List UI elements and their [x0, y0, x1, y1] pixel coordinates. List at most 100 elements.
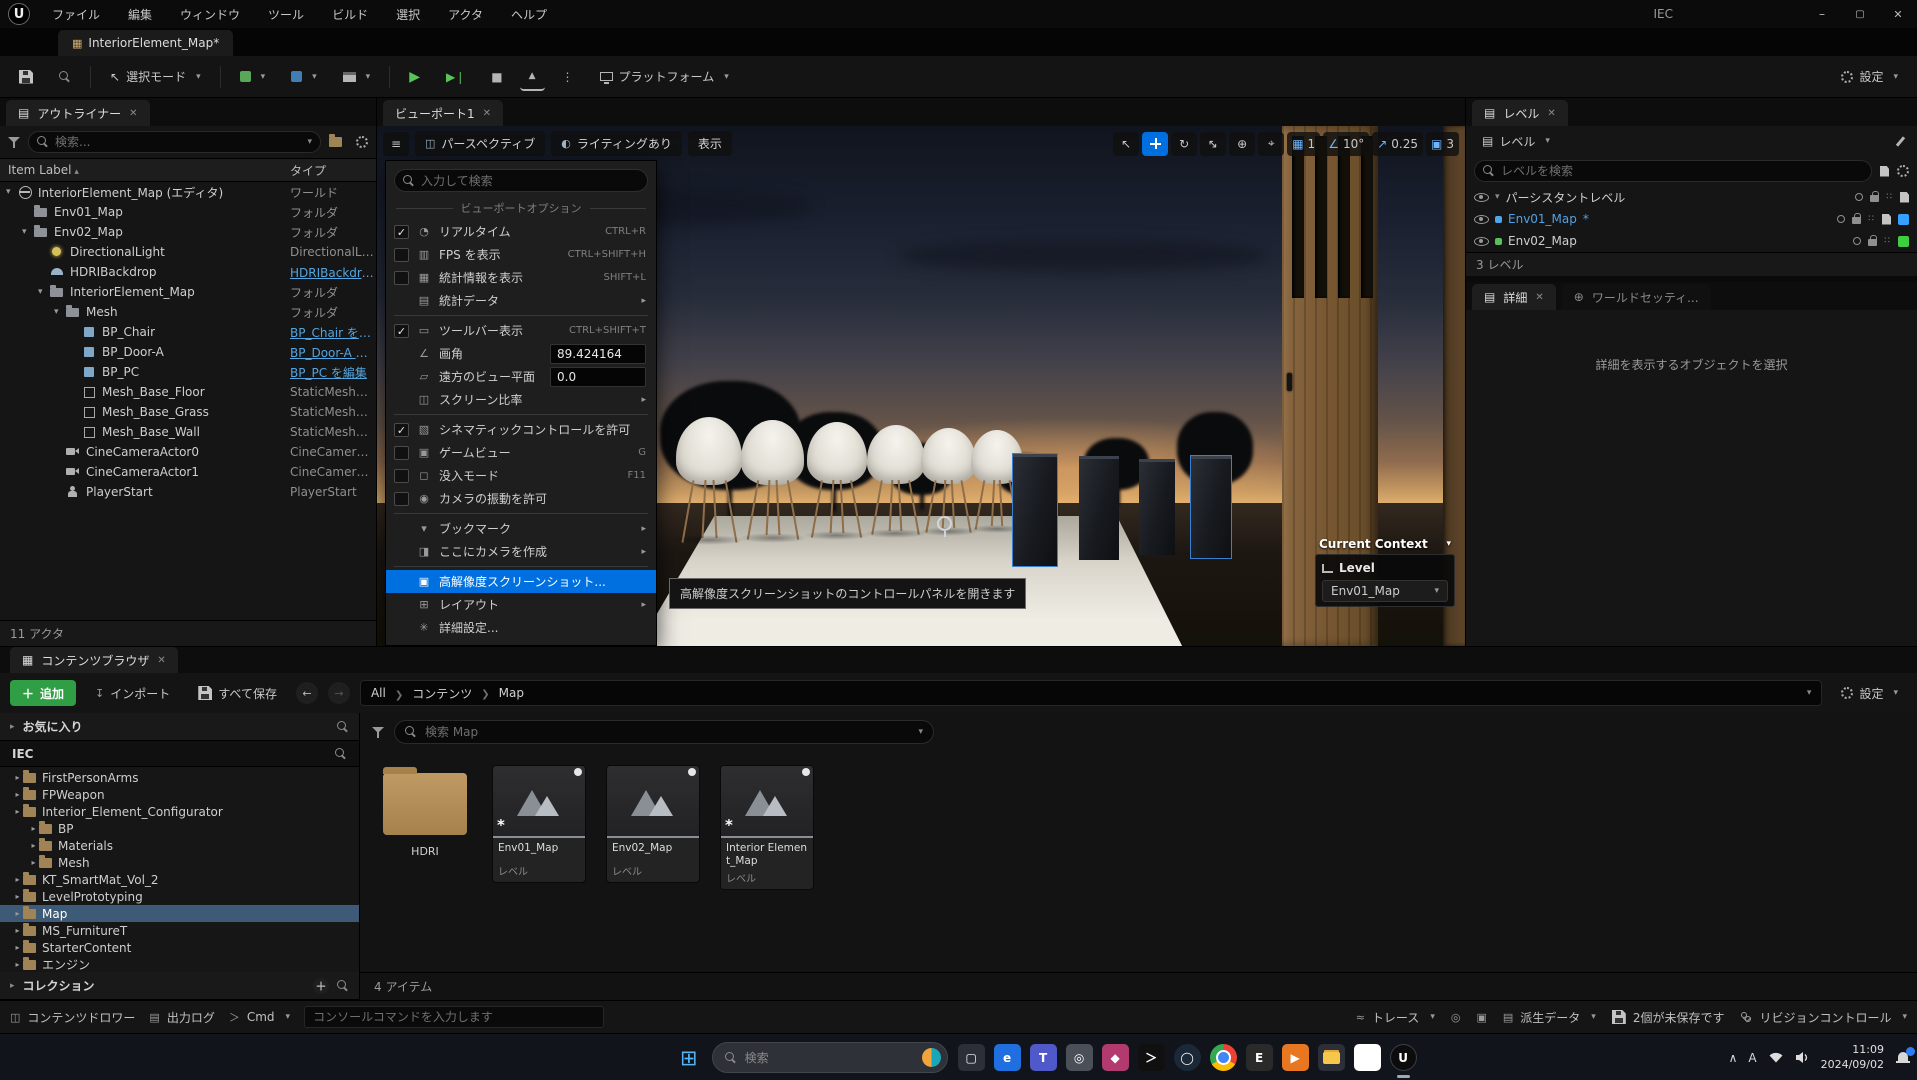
breadcrumb-item[interactable]: コンテンツ	[386, 685, 472, 702]
scale-snap-button[interactable]: ↗0.25	[1372, 132, 1423, 156]
menu-item-value-field[interactable]: 0.0	[550, 367, 646, 387]
taskbar-search[interactable]: 検索	[712, 1042, 948, 1073]
viewport-tab-close-icon[interactable]: ✕	[483, 108, 491, 119]
expand-caret-icon[interactable]	[38, 287, 50, 297]
platforms-dropdown[interactable]: プラットフォーム	[591, 63, 738, 91]
folder-tree-row[interactable]: Map	[0, 905, 359, 922]
level-color-chip[interactable]	[1898, 214, 1909, 225]
minimize-button[interactable]	[1803, 0, 1841, 28]
caret-right-icon[interactable]	[28, 858, 39, 867]
drag-grid-icon[interactable]: ∷	[1886, 192, 1893, 202]
revision-control-button[interactable]: リビジョンコントロール	[1740, 1009, 1907, 1026]
checkbox[interactable]	[394, 423, 409, 437]
folder-tree-row[interactable]: Mesh	[0, 854, 359, 871]
save-button[interactable]	[10, 63, 42, 91]
menu-item[interactable]: ✳ 詳細設定...	[386, 616, 656, 639]
frame-skip-button[interactable]: ▶❘	[437, 63, 474, 91]
unsaved-button[interactable]: 2個が未保存です	[1612, 1009, 1725, 1026]
asset-filter-icon[interactable]	[372, 726, 384, 738]
taskbar-app-icon[interactable]: ▶	[1282, 1044, 1309, 1071]
caret-right-icon[interactable]	[12, 909, 23, 918]
checkbox[interactable]	[394, 492, 409, 506]
menu-item[interactable]: ▧ シネマティックコントロールを許可	[386, 418, 656, 441]
level-row[interactable]: Env01_Map * ∷	[1466, 208, 1917, 230]
ime-indicator[interactable]: A	[1748, 1051, 1756, 1065]
import-button[interactable]: ↧インポート	[86, 679, 179, 707]
browse-content-button[interactable]	[50, 63, 80, 91]
checkbox[interactable]	[394, 225, 409, 239]
outliner-row[interactable]: Mesh_Base_Floor StaticMeshActor	[0, 382, 376, 402]
caret-right-icon[interactable]	[12, 807, 23, 816]
lock-icon[interactable]	[1870, 195, 1879, 202]
taskbar-app-icon[interactable]: T	[1030, 1044, 1057, 1071]
console-command-input[interactable]	[313, 1010, 595, 1024]
asset-tab[interactable]: ▦ InteriorElement_Map*	[58, 30, 233, 56]
volume-icon[interactable]	[1795, 1051, 1810, 1064]
collections-header[interactable]: ▸ コレクション ＋	[0, 972, 359, 1000]
menu-item[interactable]: ◔ リアルタイム CTRL+R	[386, 220, 656, 243]
caret-right-icon[interactable]	[12, 943, 23, 952]
asset-tile[interactable]: HDRI	[378, 765, 472, 859]
world-space-button[interactable]: ⊕	[1229, 132, 1255, 156]
grid-snap-button[interactable]: ▦1	[1287, 132, 1320, 156]
search-icon[interactable]	[337, 721, 349, 733]
unreal-logo-icon[interactable]: U	[8, 3, 30, 25]
breadcrumb-item[interactable]: All	[371, 686, 386, 700]
search-icon[interactable]	[335, 748, 347, 760]
folder-tree-row[interactable]: LevelPrototyping	[0, 888, 359, 905]
checkbox[interactable]	[394, 324, 409, 338]
menu-item[interactable]: ファイル	[40, 2, 112, 27]
lighting-bulb-icon[interactable]	[1837, 215, 1845, 223]
notification-bell-icon[interactable]	[1895, 1050, 1911, 1066]
menu-item[interactable]: アクタ	[436, 2, 495, 27]
launch-button[interactable]: ▲	[520, 63, 545, 91]
menu-item[interactable]: ▥ FPS を表示 CTRL+SHIFT+H	[386, 243, 656, 266]
play-options-button[interactable]	[553, 63, 583, 91]
context-level-dropdown[interactable]: Env01_Map	[1322, 580, 1448, 602]
caret-right-icon[interactable]	[28, 824, 39, 833]
new-folder-icon[interactable]	[329, 137, 342, 147]
scale-tool-button[interactable]: ↔	[1200, 132, 1226, 156]
save-page-icon[interactable]	[1882, 214, 1891, 225]
expand-caret-icon[interactable]	[22, 227, 34, 237]
menu-item[interactable]: ◉ カメラの振動を許可	[386, 487, 656, 510]
add-actor-dropdown[interactable]	[231, 63, 275, 91]
content-browser-tab-close-icon[interactable]: ✕	[157, 655, 165, 666]
checkbox[interactable]	[394, 598, 409, 612]
outliner-tab[interactable]: ▤ アウトライナー ✕	[6, 100, 150, 126]
camera-speed-button[interactable]: ▣3	[1426, 132, 1459, 156]
checkbox[interactable]	[394, 393, 409, 407]
search-icon[interactable]	[337, 980, 349, 992]
maximize-button[interactable]	[1841, 0, 1879, 28]
caret-right-icon[interactable]	[12, 790, 23, 799]
folder-tree-row[interactable]: FirstPersonArms	[0, 769, 359, 786]
project-root-row[interactable]: IEC	[0, 741, 359, 767]
breadcrumb[interactable]: AllコンテンツMap ▾	[360, 680, 1823, 706]
column-item-label[interactable]: Item Label	[8, 163, 79, 177]
chevron-down-icon[interactable]: ▾	[307, 137, 312, 147]
taskbar-app-icon[interactable]: ◯	[1174, 1044, 1201, 1071]
start-button[interactable]: ⊞	[676, 1046, 702, 1070]
outliner-filter-icon[interactable]	[8, 136, 20, 148]
mode-dropdown[interactable]: 選択モード	[101, 63, 210, 91]
derived-data-dropdown[interactable]: ▤派生データ	[1503, 1009, 1596, 1026]
outliner-tab-close-icon[interactable]: ✕	[129, 108, 137, 119]
taskbar-app-icon[interactable]: ▢	[958, 1044, 985, 1071]
checkbox[interactable]	[394, 347, 409, 361]
menu-item[interactable]: 編集	[116, 2, 164, 27]
level-row[interactable]: Env02_Map ∷	[1466, 230, 1917, 252]
stop-button[interactable]	[482, 63, 511, 91]
add-level-icon[interactable]	[1880, 166, 1889, 177]
play-button[interactable]: ▶	[400, 63, 429, 91]
caret-right-icon[interactable]	[12, 926, 23, 935]
lock-icon[interactable]	[1868, 239, 1877, 246]
caret-right-icon[interactable]	[12, 875, 23, 884]
taskbar-app-icon[interactable]: e	[994, 1044, 1021, 1071]
asset-search-input[interactable]	[425, 725, 910, 739]
close-button[interactable]	[1879, 0, 1917, 28]
level-asset-card[interactable]: * Interior Element_Map レベル	[720, 765, 814, 890]
outliner-search[interactable]: ▾	[28, 131, 321, 153]
settings-dropdown[interactable]: 設定	[1832, 63, 1907, 91]
taskbar-app-icon[interactable]	[1318, 1044, 1345, 1071]
level-asset-card[interactable]: Env02_Map レベル	[606, 765, 700, 883]
